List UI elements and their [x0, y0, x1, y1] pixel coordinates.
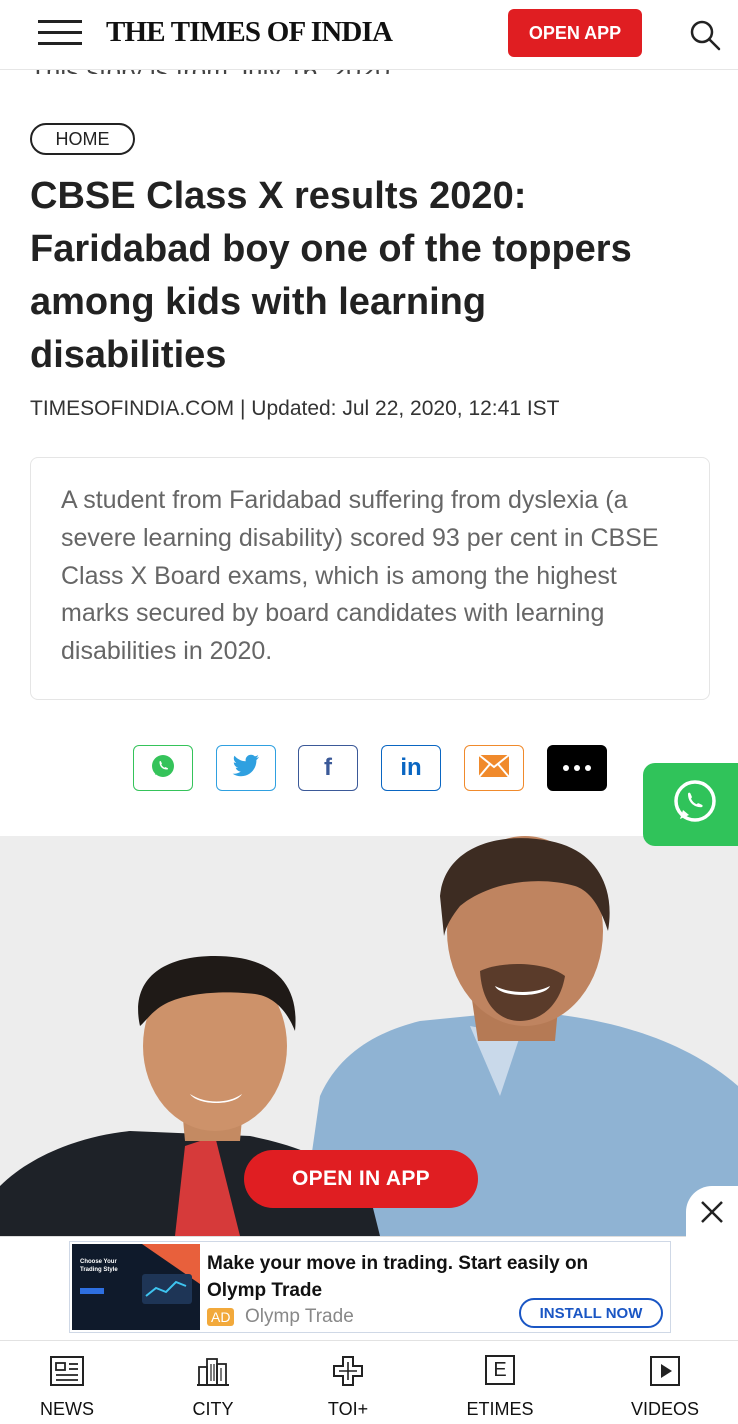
- email-icon: [478, 753, 510, 783]
- nav-label-etimes: ETIMES: [466, 1399, 534, 1419]
- nav-item-city[interactable]: CITY: [158, 1351, 268, 1423]
- nav-label-videos: VIDEOS: [630, 1399, 700, 1419]
- nav-label-toi-plus: TOI+: [327, 1399, 369, 1419]
- news-icon: [50, 1355, 84, 1387]
- facebook-icon: f: [324, 754, 332, 781]
- etimes-icon: E: [485, 1355, 515, 1385]
- whatsapp-floating-button[interactable]: [643, 763, 738, 846]
- article-page: This story is from July 16, 2020 THE TIM…: [0, 0, 738, 1424]
- share-more-button[interactable]: [547, 745, 607, 791]
- whatsapp-icon: [671, 778, 719, 831]
- bottom-navigation: NEWS CITY TOI+ E ETIMES VIDEOS: [0, 1340, 738, 1424]
- twitter-icon: [231, 753, 261, 784]
- site-logo[interactable]: THE TIMES OF INDIA: [106, 16, 393, 49]
- article-summary-box: A student from Faridabad suffering from …: [30, 457, 710, 700]
- article-byline: TIMESOFINDIA.COM | Updated: Jul 22, 2020…: [30, 397, 560, 420]
- nav-item-etimes[interactable]: E ETIMES: [445, 1351, 555, 1423]
- share-linkedin-button[interactable]: in: [381, 745, 441, 791]
- etimes-glyph: E: [493, 1358, 507, 1381]
- videos-icon: [648, 1355, 682, 1387]
- ad-close-icon[interactable]: [686, 1186, 738, 1238]
- search-icon[interactable]: [688, 18, 722, 52]
- share-facebook-button[interactable]: f: [298, 745, 358, 791]
- article-summary: A student from Faridabad suffering from …: [61, 486, 659, 666]
- share-email-button[interactable]: [464, 745, 524, 791]
- nav-item-toi-plus[interactable]: TOI+: [293, 1351, 403, 1423]
- nav-item-news[interactable]: NEWS: [12, 1351, 122, 1423]
- city-icon: [196, 1355, 230, 1387]
- ad-headline: Make your move in trading. Start easily …: [207, 1253, 589, 1301]
- nav-label-city: CITY: [192, 1399, 234, 1419]
- open-in-app-button[interactable]: OPEN IN APP: [244, 1150, 478, 1208]
- ad-card[interactable]: Choose Your Trading Style Make your move…: [69, 1241, 671, 1333]
- ad-thumbnail-text: Choose Your Trading Style: [80, 1259, 118, 1273]
- open-app-button[interactable]: OPEN APP: [508, 9, 642, 57]
- ad-thumbnail: Choose Your Trading Style: [72, 1244, 200, 1330]
- more-dots-icon: [563, 765, 591, 771]
- whatsapp-icon: [150, 753, 176, 784]
- nav-item-videos[interactable]: VIDEOS: [610, 1351, 720, 1423]
- ad-banner: Choose Your Trading Style Make your move…: [0, 1236, 738, 1340]
- share-whatsapp-button[interactable]: [133, 745, 193, 791]
- top-header: THE TIMES OF INDIA OPEN APP: [0, 0, 738, 70]
- ad-badge: AD: [207, 1308, 235, 1326]
- linkedin-icon: in: [400, 754, 422, 781]
- menu-icon[interactable]: [38, 20, 82, 48]
- nav-label-news: NEWS: [40, 1399, 94, 1419]
- article-headline: CBSE Class X results 2020: Faridabad boy…: [30, 175, 632, 376]
- ad-brand: Olymp Trade: [245, 1306, 354, 1327]
- install-now-button[interactable]: INSTALL NOW: [519, 1298, 663, 1328]
- toi-plus-icon: [331, 1355, 365, 1387]
- section-tag-home[interactable]: HOME: [30, 123, 135, 155]
- share-twitter-button[interactable]: [216, 745, 276, 791]
